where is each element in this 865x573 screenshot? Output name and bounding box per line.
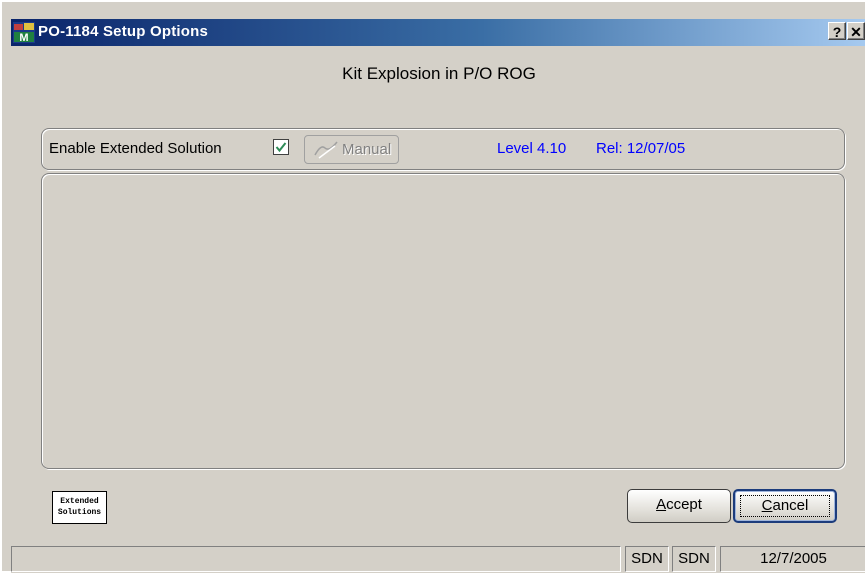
- extended-solutions-logo: Extended Solutions: [52, 491, 107, 524]
- accept-button[interactable]: Accept: [627, 489, 731, 523]
- title-bar[interactable]: M PO-1184 Setup Options ? ✕: [11, 19, 865, 46]
- cancel-button[interactable]: Cancel: [733, 489, 837, 523]
- content-panel: [41, 173, 845, 469]
- focus-rect: [740, 495, 830, 517]
- status-date: 12/7/2005: [720, 546, 865, 572]
- help-icon[interactable]: ?: [828, 22, 846, 40]
- check-icon: [275, 142, 287, 153]
- accept-mnemonic: A: [656, 496, 667, 513]
- status-company: SDN: [672, 546, 716, 572]
- enable-extended-solution-checkbox[interactable]: [273, 139, 289, 155]
- window-title: PO-1184 Setup Options: [38, 23, 209, 40]
- manual-button-label: Manual: [342, 141, 392, 158]
- status-message: [11, 546, 621, 572]
- page-title: Kit Explosion in P/O ROG: [342, 64, 536, 83]
- app-icon: M: [13, 22, 35, 43]
- close-icon[interactable]: ✕: [847, 22, 865, 40]
- setup-options-window: M PO-1184 Setup Options ? ✕ Kit Explosio…: [0, 0, 865, 573]
- release-date-text: Rel: 12/07/05: [596, 140, 686, 157]
- accept-label: ccept: [666, 496, 702, 513]
- enable-extended-solution-label: Enable Extended Solution: [49, 140, 222, 157]
- manual-button[interactable]: Manual: [304, 135, 399, 164]
- logo-line-1: Extended: [60, 497, 99, 506]
- status-user: SDN: [625, 546, 669, 572]
- status-bar: SDN SDN 12/7/2005: [11, 543, 865, 573]
- level-text: Level 4.10: [497, 140, 567, 157]
- logo-line-2: Solutions: [57, 508, 102, 517]
- pen-icon: [314, 141, 338, 159]
- client-area: Kit Explosion in P/O ROG Enable Extended…: [11, 46, 865, 573]
- svg-text:M: M: [19, 32, 28, 43]
